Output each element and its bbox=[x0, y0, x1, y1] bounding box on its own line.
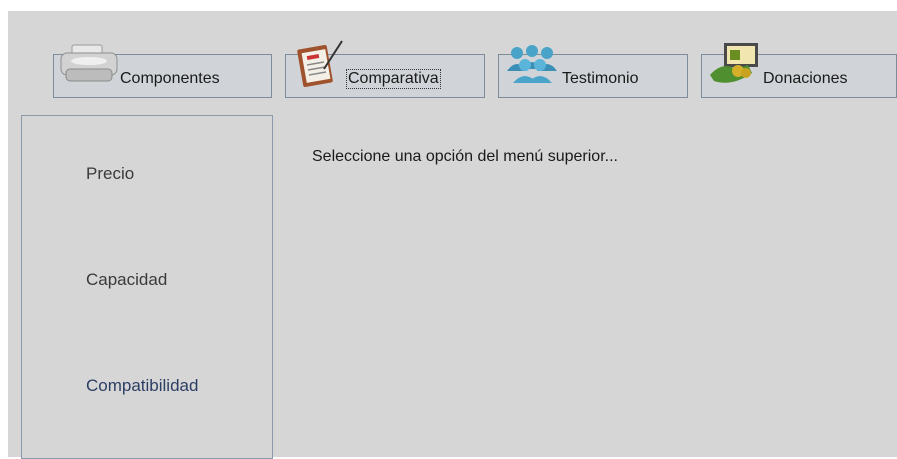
sidebar-item-capacidad[interactable]: Capacidad bbox=[86, 270, 167, 290]
sidebar-item-precio[interactable]: Precio bbox=[86, 164, 134, 184]
instruction-message: Seleccione una opción del menú superior.… bbox=[312, 148, 618, 165]
money-donation-icon bbox=[708, 41, 764, 92]
componentes-label: Componentes bbox=[120, 70, 220, 87]
app-window: Componentes Comparativa Testimonio Donac… bbox=[8, 11, 897, 459]
donaciones-label: Donaciones bbox=[763, 70, 848, 87]
componentes-button[interactable]: Componentes bbox=[53, 44, 272, 98]
sidebar-menu: Precio Capacidad Compatibilidad bbox=[21, 115, 273, 459]
clipboard-checklist-icon bbox=[294, 39, 346, 94]
donaciones-button[interactable]: Donaciones bbox=[701, 43, 897, 98]
sidebar-item-compatibilidad[interactable]: Compatibilidad bbox=[86, 376, 198, 396]
printer-icon bbox=[58, 43, 120, 90]
testimonio-button[interactable]: Testimonio bbox=[498, 45, 688, 98]
comparativa-button[interactable]: Comparativa bbox=[285, 40, 485, 98]
testimonio-label: Testimonio bbox=[562, 70, 639, 87]
users-group-icon bbox=[503, 43, 561, 90]
comparativa-label: Comparativa bbox=[346, 69, 441, 89]
